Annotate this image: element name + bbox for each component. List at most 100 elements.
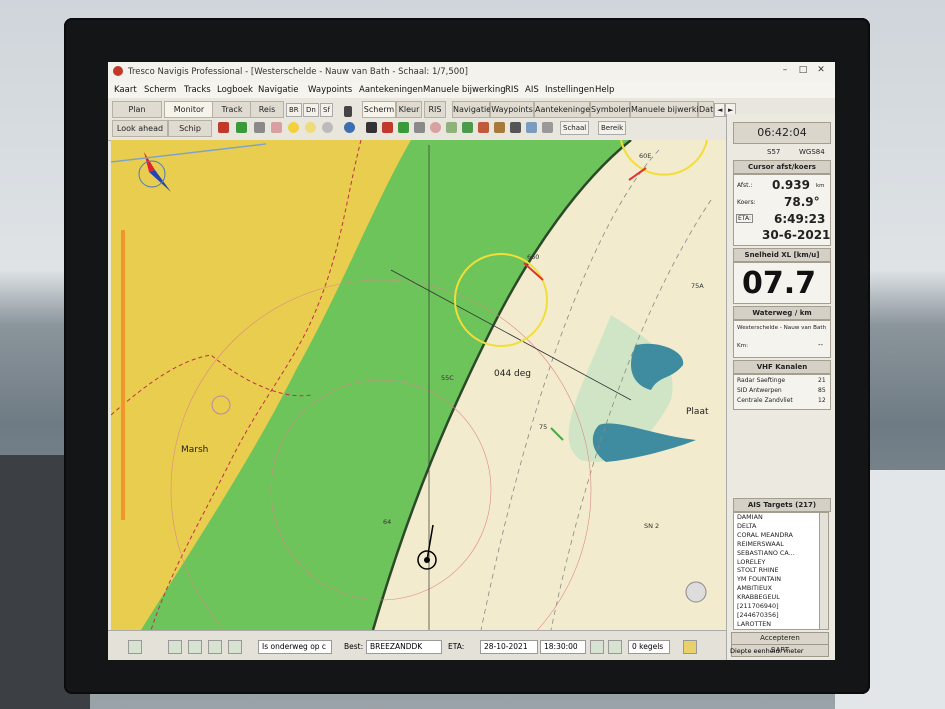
eta-date-input[interactable]: 28-10-2021 bbox=[480, 640, 538, 654]
menu-help[interactable]: Help bbox=[595, 85, 614, 95]
chart-icon[interactable] bbox=[462, 122, 473, 133]
grid-icon-2[interactable] bbox=[414, 122, 425, 133]
tab-monitor[interactable]: Monitor bbox=[164, 101, 214, 118]
tab-dat[interactable]: Dat bbox=[698, 101, 714, 118]
yellow-dot-icon[interactable] bbox=[288, 122, 299, 133]
menu-aantekeningen[interactable]: Aantekeningen bbox=[359, 85, 423, 95]
toolbar-dn-button[interactable]: Dn bbox=[303, 103, 319, 117]
depth-icon[interactable] bbox=[542, 122, 553, 133]
grid-icon[interactable] bbox=[254, 122, 265, 133]
circle-target-icon[interactable] bbox=[271, 122, 282, 133]
menu-scherm[interactable]: Scherm bbox=[144, 85, 176, 95]
list-item[interactable]: YM FOUNTAIN bbox=[734, 575, 820, 584]
lookahead-button[interactable]: Look ahead bbox=[112, 120, 168, 137]
datum-wgs84: WGS84 bbox=[799, 148, 825, 156]
list-item[interactable]: AMBITIEUX bbox=[734, 584, 820, 593]
pointer-icon[interactable] bbox=[344, 106, 352, 117]
list-item[interactable]: [244670356] bbox=[734, 611, 820, 620]
menu-ais[interactable]: AIS bbox=[525, 85, 539, 95]
toggle-icon-3[interactable] bbox=[188, 640, 202, 654]
menu-navigatie[interactable]: Navigatie bbox=[258, 85, 299, 95]
vhf-title: VHF Kanalen bbox=[733, 360, 831, 374]
toggle-icon-2[interactable] bbox=[168, 640, 182, 654]
toggle-icon-5[interactable] bbox=[228, 640, 242, 654]
schip-button[interactable]: Schip bbox=[168, 120, 212, 137]
tab-symbolen[interactable]: Symbolen bbox=[590, 101, 631, 118]
eta-button[interactable]: ETA: bbox=[736, 214, 754, 223]
binoculars-icon[interactable] bbox=[366, 122, 377, 133]
tab-track[interactable]: Track bbox=[212, 101, 252, 118]
bereik-dropdown[interactable]: Bereik bbox=[598, 121, 627, 135]
close-button[interactable]: ✕ bbox=[814, 65, 828, 77]
tab-ris[interactable]: RIS bbox=[424, 101, 446, 118]
vhf-name-3[interactable]: Centrale Zandvliet bbox=[737, 397, 793, 404]
red-diamond-icon[interactable] bbox=[218, 122, 229, 133]
best-label: Best: bbox=[344, 642, 364, 651]
ais-title: AIS Targets (217) bbox=[733, 498, 831, 512]
ais-target-list[interactable]: DAMIAN DELTA CORAL MEANDRA REIMERSWAAL S… bbox=[733, 512, 821, 630]
ais-scrollbar[interactable] bbox=[819, 512, 829, 630]
list-item[interactable]: CORAL MEANDRA bbox=[734, 531, 820, 540]
moon-icon[interactable] bbox=[322, 122, 333, 133]
tab-scherm[interactable]: Scherm bbox=[362, 101, 396, 118]
sun-icon[interactable] bbox=[305, 122, 316, 133]
toolbar-sf-button[interactable]: Sf bbox=[320, 103, 333, 117]
list-item[interactable]: DAMIAN bbox=[734, 513, 820, 522]
voyage-mode-select[interactable]: Is onderweg op c bbox=[258, 640, 332, 654]
green-diamond-icon[interactable] bbox=[236, 122, 247, 133]
list-item[interactable]: SEBASTIANO CA... bbox=[734, 549, 820, 558]
menu-kaart[interactable]: Kaart bbox=[114, 85, 137, 95]
toggle-icon-4[interactable] bbox=[208, 640, 222, 654]
tab-aantekeningen[interactable]: Aantekeningen bbox=[534, 101, 595, 118]
list-item[interactable]: REIMERSWAAL bbox=[734, 540, 820, 549]
minimize-button[interactable]: – bbox=[778, 65, 792, 77]
tab-manuele-bijwerking[interactable]: Manuele bijwerking bbox=[630, 101, 709, 118]
toggle-icon-1[interactable] bbox=[128, 640, 142, 654]
menu-tracks[interactable]: Tracks bbox=[184, 85, 211, 95]
list-item[interactable]: [211706940] bbox=[734, 602, 820, 611]
list-item[interactable]: LORELEY bbox=[734, 558, 820, 567]
zoom-control-icon[interactable] bbox=[685, 581, 707, 603]
tab-waypoints[interactable]: Waypoints bbox=[490, 101, 534, 118]
camera-icon[interactable] bbox=[510, 122, 521, 133]
monitor-icon[interactable] bbox=[526, 122, 537, 133]
tab-kleur[interactable]: Kleur bbox=[396, 101, 422, 118]
kegels-select[interactable]: 0 kegels bbox=[628, 640, 670, 654]
list-item[interactable]: STOLT RHINE bbox=[734, 566, 820, 575]
chart-canvas[interactable] bbox=[111, 140, 726, 630]
menu-waypoints[interactable]: Waypoints bbox=[308, 85, 352, 95]
green-diamond-icon-2[interactable] bbox=[398, 122, 409, 133]
tab-navigatie[interactable]: Navigatie bbox=[452, 101, 491, 118]
schaal-dropdown[interactable]: Schaal bbox=[560, 121, 590, 135]
vhf-name-2[interactable]: SID Antwerpen bbox=[737, 387, 782, 394]
waterweg-name: Westerschelde - Nauw van Bath bbox=[737, 325, 827, 331]
chart-toggle-icon[interactable] bbox=[608, 640, 622, 654]
tab-reis[interactable]: Reis bbox=[250, 101, 284, 118]
tab-scroll-left-button[interactable]: ◄ bbox=[714, 103, 726, 117]
tab-plan[interactable]: Plan bbox=[112, 101, 162, 118]
target-icon[interactable] bbox=[430, 122, 441, 133]
vhf-name-1[interactable]: Radar Saeftinge bbox=[737, 377, 785, 384]
menu-ris[interactable]: RIS bbox=[505, 85, 519, 95]
nautical-chart[interactable]: Marsh 044 deg Plaat 60E 660 75A 55C 75 S… bbox=[111, 140, 726, 630]
info-icon[interactable] bbox=[344, 122, 355, 133]
eta-status-label: ETA: bbox=[448, 642, 465, 651]
list-item[interactable]: DELTA bbox=[734, 522, 820, 531]
destination-select[interactable]: BREEZANDDK bbox=[366, 640, 442, 654]
settings-icon[interactable] bbox=[683, 640, 697, 654]
menu-logboek[interactable]: Logboek bbox=[217, 85, 253, 95]
red-diamond-icon-2[interactable] bbox=[382, 122, 393, 133]
measure-icon[interactable] bbox=[494, 122, 505, 133]
list-item[interactable]: KRABBEGEUL bbox=[734, 593, 820, 602]
menu-instellingen[interactable]: Instellingen bbox=[545, 85, 594, 95]
chart-format-s57: S57 bbox=[767, 148, 781, 156]
menu-manuele-bijwerking[interactable]: Manuele bijwerking bbox=[423, 85, 506, 95]
up-down-icon[interactable] bbox=[590, 640, 604, 654]
maximize-button[interactable]: □ bbox=[796, 65, 810, 77]
list-item[interactable]: LAROTTEN bbox=[734, 620, 820, 629]
info-panel: 06:42:04 S57 WGS84 Cursor afst/koers Afs… bbox=[726, 114, 835, 660]
eta-time-input[interactable]: 18:30:00 bbox=[540, 640, 586, 654]
route-icon[interactable] bbox=[478, 122, 489, 133]
layer-icon[interactable] bbox=[446, 122, 457, 133]
toolbar-bt-button[interactable]: BR bbox=[286, 103, 302, 117]
